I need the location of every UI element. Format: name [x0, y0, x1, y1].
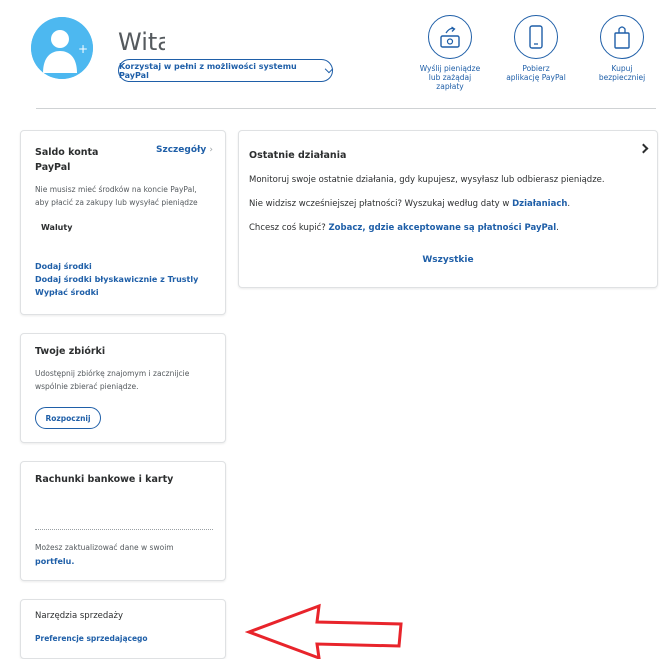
balance-details-link[interactable]: Szczegóły › — [156, 145, 213, 155]
balance-links: Dodaj środki Dodaj środki błyskawicznie … — [35, 260, 198, 299]
get-app-label: Pobierz aplikację PayPal — [506, 64, 566, 82]
pools-title: Twoje zbiórki — [35, 346, 106, 357]
activity-line-1: Monitoruj swoje ostatnie działania, gdy … — [249, 175, 605, 185]
banks-cards-card: Rachunki bankowe i karty Możesz zaktuali… — [20, 461, 226, 581]
annotation-arrow-icon — [245, 603, 403, 659]
seller-tools-title: Narzędzia sprzedaży — [35, 611, 123, 621]
seller-preferences-link[interactable]: Preferencje sprzedającego — [35, 632, 148, 645]
chevron-right-icon: › — [209, 145, 213, 155]
redacted-name — [165, 20, 268, 56]
full-paypal-button[interactable]: Korzystaj w pełni z możliwości systemu P… — [118, 59, 334, 82]
svg-text:+: + — [78, 42, 88, 56]
user-avatar-icon: + — [31, 17, 93, 79]
chevron-down-icon — [324, 64, 334, 73]
avatar[interactable]: + — [31, 17, 93, 79]
seller-tools-card: Narzędzia sprzedaży Preferencje sprzedaj… — [20, 599, 226, 659]
chevron-right-icon[interactable] — [638, 143, 649, 154]
start-pool-button[interactable]: Rozpocznij — [35, 407, 101, 429]
shop-safer-label: Kupuj bezpieczniej — [598, 64, 646, 82]
recent-activity-card: Ostatnie działania Monitoruj swoje ostat… — [238, 130, 658, 288]
withdraw-funds-link[interactable]: Wypłać środki — [35, 286, 198, 299]
shop-safer-action[interactable]: Kupuj bezpieczniej — [582, 15, 662, 82]
shopping-bag-icon — [600, 15, 644, 59]
header: + Witaj Korzystaj w pełni z możliwości s… — [0, 0, 662, 110]
header-divider — [36, 108, 656, 109]
add-funds-link[interactable]: Dodaj środki — [35, 260, 198, 273]
all-activity-link[interactable]: Wszystkie — [239, 255, 657, 265]
banks-title: Rachunki bankowe i karty — [35, 474, 174, 485]
activity-link[interactable]: Działaniach — [512, 199, 567, 209]
add-funds-trustly-link[interactable]: Dodaj środki błyskawicznie z Trustly — [35, 273, 198, 286]
paypal-acceptance-link[interactable]: Zobacz, gdzie akceptowane są płatności P… — [329, 223, 557, 233]
banks-text: Możesz zaktualizować dane w swoim — [35, 543, 174, 552]
currencies-label: Waluty — [41, 223, 73, 232]
pools-text: Udostępnij zbiórkę znajomym i zacznijcie… — [35, 369, 190, 391]
activity-title: Ostatnie działania — [249, 150, 347, 161]
money-pools-card: Twoje zbiórki Udostępnij zbiórkę znajomy… — [20, 333, 226, 443]
send-money-icon — [428, 15, 472, 59]
send-money-label: Wyślij pieniądze lub zażądaj zapłaty — [419, 64, 481, 91]
balance-info: Nie musisz mieć środków na koncie PayPal… — [35, 185, 198, 207]
activity-line-2: Nie widzisz wcześniejszej płatności? Wys… — [249, 199, 571, 209]
wallet-link[interactable]: portfelu. — [35, 555, 74, 568]
get-app-action[interactable]: Pobierz aplikację PayPal — [496, 15, 576, 82]
send-request-money-action[interactable]: Wyślij pieniądze lub zażądaj zapłaty — [410, 15, 490, 91]
balance-title: Saldo konta PayPal — [35, 147, 99, 173]
full-paypal-button-label: Korzystaj w pełni z możliwości systemu P… — [119, 61, 297, 80]
activity-line-3: Chcesz coś kupić? Zobacz, gdzie akceptow… — [249, 223, 559, 233]
banks-divider — [35, 529, 213, 530]
balance-card: Saldo konta PayPal Szczegóły › Nie musis… — [20, 130, 226, 315]
phone-icon — [514, 15, 558, 59]
